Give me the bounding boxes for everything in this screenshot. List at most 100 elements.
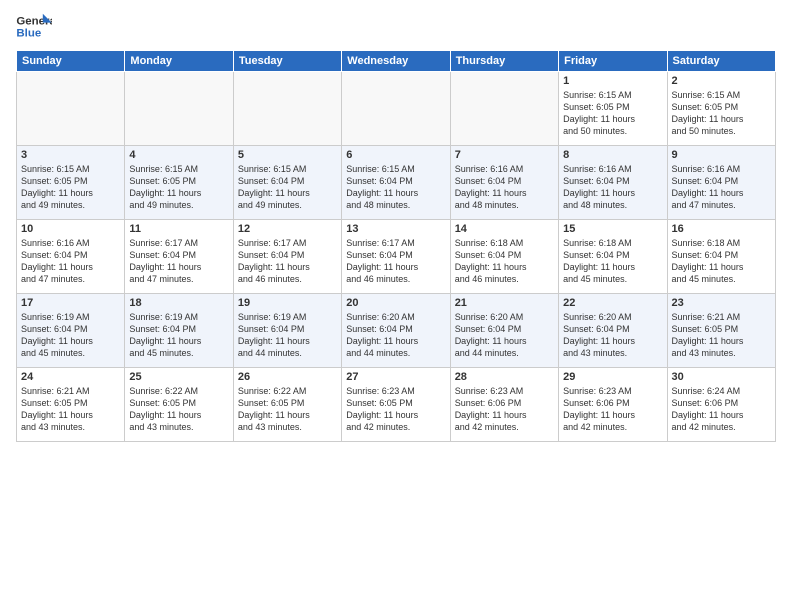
calendar-cell: 21 Sunrise: 6:20 AM Sunset: 6:04 PM Dayli… <box>450 294 558 368</box>
day-number: 4 <box>129 149 228 161</box>
day-info: Sunrise: 6:16 AM Sunset: 6:04 PM Dayligh… <box>563 163 662 212</box>
calendar-cell: 1 Sunrise: 6:15 AM Sunset: 6:05 PM Daylig… <box>559 72 667 146</box>
day-info: Sunrise: 6:16 AM Sunset: 6:04 PM Dayligh… <box>455 163 554 212</box>
page-header: General Blue <box>16 12 776 42</box>
calendar-cell: 24 Sunrise: 6:21 AM Sunset: 6:05 PM Dayli… <box>17 368 125 442</box>
day-info: Sunrise: 6:23 AM Sunset: 6:05 PM Dayligh… <box>346 385 445 434</box>
calendar-header-tuesday: Tuesday <box>233 51 341 72</box>
day-number: 22 <box>563 297 662 309</box>
day-number: 7 <box>455 149 554 161</box>
calendar-cell: 19 Sunrise: 6:19 AM Sunset: 6:04 PM Dayli… <box>233 294 341 368</box>
day-number: 29 <box>563 371 662 383</box>
calendar-cell: 29Sunrise: 6:23 AM Sunset: 6:06 PM Dayli… <box>559 368 667 442</box>
day-number: 16 <box>672 223 771 235</box>
day-number: 26 <box>238 371 337 383</box>
day-info: Sunrise: 6:17 AM Sunset: 6:04 PM Dayligh… <box>346 237 445 286</box>
calendar-cell: 6 Sunrise: 6:15 AM Sunset: 6:04 PM Daylig… <box>342 146 450 220</box>
day-number: 9 <box>672 149 771 161</box>
calendar-cell: 18Sunrise: 6:19 AM Sunset: 6:04 PM Dayli… <box>125 294 233 368</box>
day-info: Sunrise: 6:15 AM Sunset: 6:05 PM Dayligh… <box>129 163 228 212</box>
day-number: 15 <box>563 223 662 235</box>
day-info: Sunrise: 6:19 AM Sunset: 6:04 PM Dayligh… <box>21 311 120 360</box>
calendar-cell: 27 Sunrise: 6:23 AM Sunset: 6:05 PM Dayli… <box>342 368 450 442</box>
calendar-cell: 9 Sunrise: 6:16 AM Sunset: 6:04 PM Daylig… <box>667 146 775 220</box>
calendar-header-row: SundayMondayTuesdayWednesdayThursdayFrid… <box>17 51 776 72</box>
day-info: Sunrise: 6:19 AM Sunset: 6:04 PM Dayligh… <box>129 311 228 360</box>
day-number: 30 <box>672 371 771 383</box>
day-number: 13 <box>346 223 445 235</box>
calendar-week-row: 17Sunrise: 6:19 AM Sunset: 6:04 PM Dayli… <box>17 294 776 368</box>
calendar-week-row: 10 Sunrise: 6:16 AM Sunset: 6:04 PM Dayli… <box>17 220 776 294</box>
day-info: Sunrise: 6:15 AM Sunset: 6:05 PM Dayligh… <box>563 89 662 138</box>
calendar-cell: 22 Sunrise: 6:20 AM Sunset: 6:04 PM Dayli… <box>559 294 667 368</box>
calendar-cell: 7 Sunrise: 6:16 AM Sunset: 6:04 PM Daylig… <box>450 146 558 220</box>
calendar-cell: 30 Sunrise: 6:24 AM Sunset: 6:06 PM Dayli… <box>667 368 775 442</box>
calendar-header-saturday: Saturday <box>667 51 775 72</box>
day-number: 21 <box>455 297 554 309</box>
calendar-cell: 10 Sunrise: 6:16 AM Sunset: 6:04 PM Dayli… <box>17 220 125 294</box>
day-number: 6 <box>346 149 445 161</box>
day-info: Sunrise: 6:16 AM Sunset: 6:04 PM Dayligh… <box>672 163 771 212</box>
day-number: 14 <box>455 223 554 235</box>
day-number: 8 <box>563 149 662 161</box>
calendar-week-row: 3 Sunrise: 6:15 AM Sunset: 6:05 PM Daylig… <box>17 146 776 220</box>
day-info: Sunrise: 6:23 AM Sunset: 6:06 PM Dayligh… <box>455 385 554 434</box>
calendar-cell: 3 Sunrise: 6:15 AM Sunset: 6:05 PM Daylig… <box>17 146 125 220</box>
logo: General Blue <box>16 12 52 42</box>
day-number: 11 <box>129 223 228 235</box>
day-info: Sunrise: 6:19 AM Sunset: 6:04 PM Dayligh… <box>238 311 337 360</box>
day-info: Sunrise: 6:18 AM Sunset: 6:04 PM Dayligh… <box>455 237 554 286</box>
day-number: 12 <box>238 223 337 235</box>
day-number: 24 <box>21 371 120 383</box>
day-info: Sunrise: 6:17 AM Sunset: 6:04 PM Dayligh… <box>238 237 337 286</box>
calendar-cell: 25 Sunrise: 6:22 AM Sunset: 6:05 PM Dayli… <box>125 368 233 442</box>
calendar-cell <box>450 72 558 146</box>
day-number: 10 <box>21 223 120 235</box>
day-info: Sunrise: 6:22 AM Sunset: 6:05 PM Dayligh… <box>238 385 337 434</box>
calendar-week-row: 1 Sunrise: 6:15 AM Sunset: 6:05 PM Daylig… <box>17 72 776 146</box>
day-number: 20 <box>346 297 445 309</box>
day-number: 23 <box>672 297 771 309</box>
calendar-header-thursday: Thursday <box>450 51 558 72</box>
calendar-cell: 23 Sunrise: 6:21 AM Sunset: 6:05 PM Dayli… <box>667 294 775 368</box>
calendar-cell: 26 Sunrise: 6:22 AM Sunset: 6:05 PM Dayli… <box>233 368 341 442</box>
calendar-week-row: 24 Sunrise: 6:21 AM Sunset: 6:05 PM Dayli… <box>17 368 776 442</box>
day-info: Sunrise: 6:15 AM Sunset: 6:05 PM Dayligh… <box>672 89 771 138</box>
calendar-header-sunday: Sunday <box>17 51 125 72</box>
day-number: 5 <box>238 149 337 161</box>
day-number: 2 <box>672 75 771 87</box>
day-info: Sunrise: 6:22 AM Sunset: 6:05 PM Dayligh… <box>129 385 228 434</box>
day-info: Sunrise: 6:15 AM Sunset: 6:05 PM Dayligh… <box>21 163 120 212</box>
calendar-cell: 20 Sunrise: 6:20 AM Sunset: 6:04 PM Dayli… <box>342 294 450 368</box>
day-number: 19 <box>238 297 337 309</box>
calendar-cell: 11 Sunrise: 6:17 AM Sunset: 6:04 PM Dayli… <box>125 220 233 294</box>
day-info: Sunrise: 6:15 AM Sunset: 6:04 PM Dayligh… <box>346 163 445 212</box>
calendar-cell: 2 Sunrise: 6:15 AM Sunset: 6:05 PM Daylig… <box>667 72 775 146</box>
calendar-table: SundayMondayTuesdayWednesdayThursdayFrid… <box>16 50 776 442</box>
calendar-header-wednesday: Wednesday <box>342 51 450 72</box>
day-number: 27 <box>346 371 445 383</box>
svg-text:Blue: Blue <box>16 28 41 40</box>
calendar-cell <box>125 72 233 146</box>
day-number: 25 <box>129 371 228 383</box>
day-info: Sunrise: 6:17 AM Sunset: 6:04 PM Dayligh… <box>129 237 228 286</box>
day-number: 1 <box>563 75 662 87</box>
day-info: Sunrise: 6:18 AM Sunset: 6:04 PM Dayligh… <box>672 237 771 286</box>
calendar-cell: 5Sunrise: 6:15 AM Sunset: 6:04 PM Daylig… <box>233 146 341 220</box>
calendar-cell: 17Sunrise: 6:19 AM Sunset: 6:04 PM Dayli… <box>17 294 125 368</box>
day-info: Sunrise: 6:20 AM Sunset: 6:04 PM Dayligh… <box>455 311 554 360</box>
day-info: Sunrise: 6:20 AM Sunset: 6:04 PM Dayligh… <box>346 311 445 360</box>
day-info: Sunrise: 6:24 AM Sunset: 6:06 PM Dayligh… <box>672 385 771 434</box>
calendar-cell <box>342 72 450 146</box>
day-number: 3 <box>21 149 120 161</box>
day-info: Sunrise: 6:16 AM Sunset: 6:04 PM Dayligh… <box>21 237 120 286</box>
calendar-cell: 4 Sunrise: 6:15 AM Sunset: 6:05 PM Daylig… <box>125 146 233 220</box>
day-info: Sunrise: 6:21 AM Sunset: 6:05 PM Dayligh… <box>672 311 771 360</box>
day-info: Sunrise: 6:21 AM Sunset: 6:05 PM Dayligh… <box>21 385 120 434</box>
calendar-cell: 12 Sunrise: 6:17 AM Sunset: 6:04 PM Dayli… <box>233 220 341 294</box>
calendar-cell: 28Sunrise: 6:23 AM Sunset: 6:06 PM Dayli… <box>450 368 558 442</box>
logo-icon: General Blue <box>16 12 52 42</box>
calendar-cell: 13 Sunrise: 6:17 AM Sunset: 6:04 PM Dayli… <box>342 220 450 294</box>
calendar-cell: 14 Sunrise: 6:18 AM Sunset: 6:04 PM Dayli… <box>450 220 558 294</box>
day-info: Sunrise: 6:20 AM Sunset: 6:04 PM Dayligh… <box>563 311 662 360</box>
